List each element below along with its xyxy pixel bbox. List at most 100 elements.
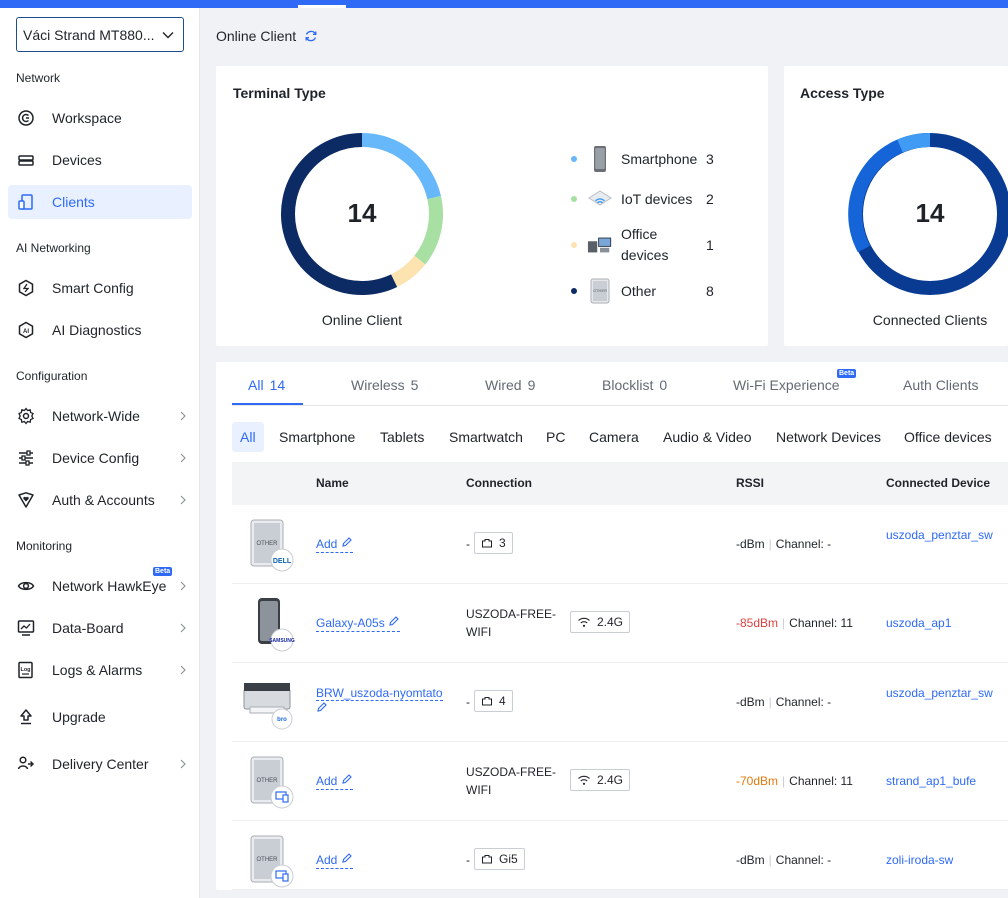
svg-text:OTHER: OTHER: [593, 288, 607, 293]
port-value: 3: [499, 536, 506, 550]
sidebar-item-delivery-center[interactable]: Delivery Center: [8, 747, 192, 781]
terminal-type-title: Terminal Type: [233, 85, 326, 101]
sidebar-item-label: Clients: [52, 194, 95, 210]
rssi-channel: Channel: -: [775, 537, 832, 551]
band-value: 2.4G: [597, 773, 624, 787]
donut-segment-office-devices[interactable]: [390, 255, 426, 287]
legend-other: OTHER Other 8: [571, 276, 726, 306]
smart-config-icon: [16, 278, 36, 298]
sidebar-item-auth-accounts[interactable]: Auth & Accounts: [8, 483, 192, 517]
tab-auth-clients[interactable]: Auth Clients: [903, 377, 978, 393]
col-connected-device[interactable]: Connected Device: [886, 476, 990, 490]
client-name-link[interactable]: Add: [316, 773, 353, 790]
legend-office: Office devices 1: [571, 224, 726, 266]
sidebar-item-logs-alarms[interactable]: Log Logs & Alarms: [8, 653, 192, 687]
tab-label: Blocklist: [602, 377, 654, 393]
edit-icon[interactable]: [341, 536, 353, 548]
filter-office-devices[interactable]: Office devices: [904, 422, 992, 452]
band-value: 2.4G: [597, 615, 624, 629]
refresh-icon[interactable]: [304, 29, 318, 43]
other-device-thumbnail: OTHER: [248, 833, 294, 889]
sidebar-item-label: AI Diagnostics: [52, 322, 142, 338]
tab-wifi-experience[interactable]: Wi-Fi Experience Beta: [733, 369, 857, 393]
legend-dot: [571, 288, 577, 294]
client-name: Add: [316, 774, 338, 788]
client-name-link[interactable]: BRW_uszoda-nyomtato: [316, 685, 446, 717]
table-row[interactable]: OTHER Add USZODA-FREE-WIFI 2.4G -70dBm | C…: [232, 742, 1008, 821]
sidebar-item-workspace[interactable]: Workspace: [8, 101, 192, 135]
sidebar-item-smart-config[interactable]: Smart Config: [8, 271, 192, 305]
phone-samsung-thumbnail: SAMSUNG: [248, 596, 295, 652]
filter-camera[interactable]: Camera: [589, 422, 639, 452]
client-name-link[interactable]: Add: [316, 852, 353, 869]
filter-pc[interactable]: PC: [546, 422, 565, 452]
other-device-thumbnail: OTHER: [248, 754, 294, 810]
client-name: BRW_uszoda-nyomtato: [316, 686, 443, 701]
tab-wired[interactable]: Wired 9: [485, 377, 535, 393]
client-name-link[interactable]: Add: [316, 536, 353, 553]
beta-badge: Beta: [153, 567, 173, 576]
log-icon: Log: [16, 660, 36, 680]
table-row[interactable]: OTHER DELL Add - 3 -dBm | Channel: - uszoda…: [232, 505, 1008, 584]
section-monitoring: Monitoring: [16, 539, 73, 553]
filter-tablets[interactable]: Tablets: [380, 422, 424, 452]
legend-label: IoT devices: [621, 190, 693, 207]
svg-text:DELL: DELL: [273, 558, 292, 565]
monitor-chart-icon: [16, 618, 36, 638]
chevron-right-icon: [180, 665, 186, 675]
edit-icon[interactable]: [316, 701, 328, 713]
legend-count: 3: [706, 151, 714, 167]
legend-count: 2: [706, 191, 714, 207]
edit-icon[interactable]: [341, 773, 353, 785]
col-connection[interactable]: Connection: [466, 476, 532, 490]
legend-label: Office devices: [621, 226, 669, 263]
edit-icon[interactable]: [341, 852, 353, 864]
sidebar-item-upgrade[interactable]: Upgrade: [8, 700, 192, 734]
sidebar-item-network-hawkeye[interactable]: Network HawkEye Beta: [8, 567, 192, 603]
sidebar-item-label: Upgrade: [52, 709, 106, 725]
category-filters: All Smartphone Tablets Smartwatch PC Cam…: [232, 422, 1008, 452]
connected-device-link[interactable]: uszoda_penztar_sw: [886, 684, 996, 702]
col-rssi[interactable]: RSSI: [736, 476, 764, 490]
table-row[interactable]: bro BRW_uszoda-nyomtato - 4 -dBm | Channel…: [232, 663, 1008, 742]
legend-dot: [571, 196, 577, 202]
connected-device-link[interactable]: uszoda_penztar_sw: [886, 526, 996, 544]
tab-underline: [232, 403, 303, 405]
rssi-dbm: -dBm: [736, 853, 765, 867]
client-name: Galaxy-A05s: [316, 616, 385, 630]
active-tab-marker: [298, 5, 346, 8]
filter-smartphone[interactable]: Smartphone: [279, 422, 355, 452]
site-selector[interactable]: Váci Strand MT880...: [16, 17, 184, 52]
sidebar-item-ai-diagnostics[interactable]: AI AI Diagnostics: [8, 313, 192, 347]
filter-network-devices[interactable]: Network Devices: [776, 422, 881, 452]
sidebar-item-devices[interactable]: Devices: [8, 143, 192, 177]
col-name[interactable]: Name: [316, 476, 349, 490]
connected-device-link[interactable]: uszoda_ap1: [886, 614, 996, 632]
tab-blocklist[interactable]: Blocklist 0: [602, 377, 667, 393]
sidebar-item-data-board[interactable]: Data-Board: [8, 611, 192, 645]
edit-icon[interactable]: [388, 615, 400, 627]
sidebar-item-clients[interactable]: Clients: [8, 185, 192, 219]
donut-segment-smartphone[interactable]: [361, 133, 441, 200]
filter-all[interactable]: All: [232, 422, 264, 452]
tab-all[interactable]: All 14: [248, 377, 285, 393]
connected-device-link[interactable]: strand_ap1_bufe: [886, 772, 996, 790]
tab-label: Wireless: [351, 377, 405, 393]
sidebar-item-label: Logs & Alarms: [52, 662, 143, 678]
filter-smartwatch[interactable]: Smartwatch: [449, 422, 523, 452]
client-name-link[interactable]: Galaxy-A05s: [316, 615, 401, 632]
filter-audio-video[interactable]: Audio & Video: [663, 422, 751, 452]
office-devices-icon: [587, 230, 613, 260]
tab-wireless[interactable]: Wireless 5: [351, 377, 418, 393]
sidebar-item-device-config[interactable]: Device Config: [8, 441, 192, 475]
port-value: 4: [499, 694, 506, 708]
rssi-channel: Channel: -: [775, 853, 832, 867]
sidebar-item-label: Network-Wide: [52, 408, 140, 424]
sidebar-item-network-wide[interactable]: Network-Wide: [8, 399, 192, 433]
table-row[interactable]: OTHER Add - Gi5 -dBm | Channel: - zoli-iro…: [232, 821, 1008, 890]
table-row[interactable]: SAMSUNG Galaxy-A05s USZODA-FREE-WIFI 2.4…: [232, 584, 1008, 663]
sliders-icon: [16, 448, 36, 468]
port-badge: Gi5: [474, 848, 525, 870]
connected-device-link[interactable]: zoli-iroda-sw: [886, 851, 996, 869]
port-badge: 4: [474, 690, 513, 712]
